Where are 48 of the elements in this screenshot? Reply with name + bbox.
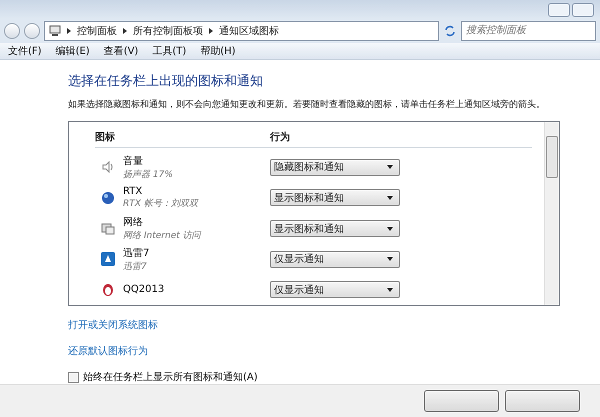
chevron-icon (67, 28, 71, 34)
link[interactable]: 打开或关闭系统图标 (68, 318, 158, 332)
behavior-dropdown[interactable]: 仅显示通知 (270, 250, 400, 268)
dialog-button[interactable] (505, 390, 580, 412)
chevron-icon (123, 28, 127, 34)
address-bar[interactable]: 控制面板 所有控制面板项 通知区域图标 (44, 20, 439, 41)
behavior-dropdown[interactable]: 仅显示通知 (270, 281, 400, 298)
behavior-dropdown[interactable]: 显示图标和通知 (270, 220, 400, 238)
app-detail: 扬声器 17% (123, 168, 173, 181)
app-name: 迅雷7 (123, 246, 150, 260)
maximize-button[interactable] (572, 2, 594, 17)
search-field[interactable]: 搜索控制面板 (461, 20, 596, 41)
breadcrumb[interactable]: 通知区域图标 (219, 24, 279, 38)
checkbox[interactable] (68, 372, 79, 383)
minimize-button[interactable] (548, 2, 570, 17)
scroll-thumb[interactable] (546, 136, 558, 178)
page-heading: 选择在任务栏上出现的图标和通知 (68, 73, 264, 90)
app-detail: RTX 帐号：刘双双 (123, 198, 198, 210)
app-name: 网络 (123, 216, 144, 230)
chevron-icon (209, 28, 213, 34)
computer-icon (49, 25, 61, 36)
scrollbar[interactable] (544, 122, 559, 306)
menu-item[interactable]: 文件(F) (8, 44, 42, 58)
menu-item[interactable]: 查看(V) (104, 44, 138, 58)
back-button[interactable] (4, 22, 20, 39)
menu-item[interactable]: 编辑(E) (56, 44, 90, 58)
app-name: QQ2013 (123, 284, 164, 296)
description-text: 如果选择隐藏图标和通知，则不会向您通知更改和更新。若要随时查看隐藏的图标，请单击任务栏上通知区域旁的箭头。 (68, 98, 545, 112)
link[interactable]: 还原默认图标行为 (68, 344, 148, 358)
checkbox-label[interactable]: 始终在任务栏上显示所有图标和通知(A) (68, 370, 560, 384)
menu-item[interactable]: 工具(T) (152, 44, 186, 58)
behavior-dropdown[interactable]: 显示图标和通知 (270, 189, 400, 206)
app-name: RTX (123, 186, 144, 197)
breadcrumb[interactable]: 控制面板 (77, 24, 117, 38)
globe-icon (101, 190, 115, 205)
breadcrumb[interactable]: 所有控制面板项 (133, 24, 203, 38)
dialog-button[interactable] (424, 390, 499, 412)
app-name: 音量 (123, 154, 144, 168)
column-header: 行为 (270, 130, 291, 144)
refresh-icon[interactable] (443, 24, 457, 38)
forward-button[interactable] (24, 22, 40, 39)
speaker-icon (101, 160, 115, 174)
behavior-dropdown[interactable]: 隐藏图标和通知 (270, 158, 400, 176)
column-header: 图标 (95, 130, 116, 144)
menu-item[interactable]: 帮助(H) (200, 44, 236, 58)
app-detail: 网络 Internet 访问 (123, 230, 201, 242)
app-detail: 迅雷7 (123, 260, 148, 273)
network-icon (101, 222, 115, 236)
